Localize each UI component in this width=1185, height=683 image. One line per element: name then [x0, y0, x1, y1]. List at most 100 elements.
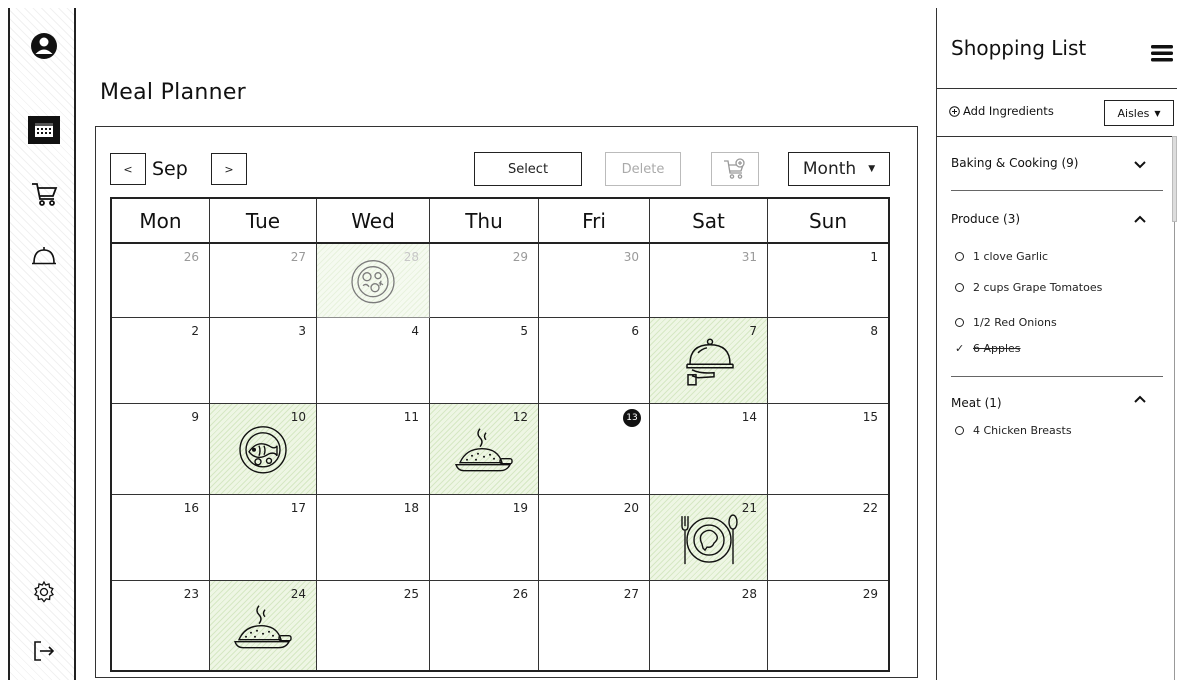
delete-button[interactable]: Delete [605, 152, 681, 186]
calendar-day-cell[interactable]: 22 [768, 495, 888, 581]
calendar-day-cell[interactable]: 11 [317, 404, 430, 495]
day-number: 25 [403, 587, 419, 601]
calendar-day-cell[interactable]: 20 [539, 495, 650, 581]
calendar-day-cell[interactable]: 21 [650, 495, 768, 581]
day-number: 31 [741, 250, 757, 264]
calendar-day-cell[interactable]: 10 [210, 404, 317, 495]
calendar-day-cell[interactable]: 28 [317, 244, 430, 318]
add-ingredients-button[interactable]: Add Ingredients [949, 104, 1054, 118]
calendar-day-cell[interactable]: 29 [430, 244, 539, 318]
planned-meal[interactable] [231, 601, 295, 655]
planned-meal[interactable] [680, 335, 738, 391]
calendar-day-cell[interactable]: 17 [210, 495, 317, 581]
calendar-day-cell[interactable]: 7 [650, 318, 768, 404]
calendar-day-cell[interactable]: 4 [317, 318, 430, 404]
list-item[interactable]: ✓ 6 Apples [955, 342, 1021, 355]
calendar-day-cell[interactable]: 29 [768, 581, 888, 670]
calendar-day-cell[interactable]: 28 [650, 581, 768, 670]
planned-meal[interactable] [237, 424, 289, 480]
calendar-day-cell[interactable]: 18 [317, 495, 430, 581]
checkbox[interactable] [955, 252, 964, 261]
logout-icon[interactable] [26, 633, 62, 669]
add-ingredients-label: Add Ingredients [963, 104, 1054, 118]
list-item[interactable]: 1/2 Red Onions [955, 316, 1057, 329]
user-circle-icon[interactable] [26, 28, 62, 64]
planned-meal[interactable] [452, 425, 516, 479]
day-header: Thu [430, 199, 539, 244]
day-number: 20 [623, 501, 639, 515]
prev-month-button[interactable]: < [110, 153, 146, 185]
calendar-day-cell[interactable]: 16 [112, 495, 210, 581]
day-number: 27 [623, 587, 639, 601]
calendar-day-cell[interactable]: 14 [650, 404, 768, 495]
checkbox[interactable] [955, 318, 964, 327]
checkbox[interactable] [955, 426, 964, 435]
calendar-day-cell[interactable]: 24 [210, 581, 317, 670]
plus-circle-icon [949, 105, 960, 117]
calendar-day-cell[interactable]: 27 [210, 244, 317, 318]
rice-dish-icon [455, 428, 513, 472]
calendar-day-cell[interactable]: 25 [317, 581, 430, 670]
calendar-day-cell[interactable]: 5 [430, 318, 539, 404]
day-number: 1 [870, 250, 878, 264]
calendar-day-cell[interactable]: 12 [430, 404, 539, 495]
shopping-cart-icon[interactable] [26, 176, 62, 212]
sort-dropdown-label: Aisles [1117, 106, 1150, 120]
planned-meal[interactable] [348, 256, 398, 310]
sort-dropdown[interactable]: Aisles ▼ [1104, 100, 1174, 126]
day-number: 16 [183, 501, 199, 515]
calendar-day-cell[interactable]: 1 [768, 244, 888, 318]
chevron-up-icon[interactable] [1133, 214, 1147, 224]
cloche-meal-icon [685, 338, 734, 386]
divider [937, 136, 1177, 138]
list-item[interactable]: 2 cups Grape Tomatoes [955, 281, 1102, 294]
calendar-day-cell[interactable]: 27 [539, 581, 650, 670]
day-number: 15 [862, 410, 878, 424]
day-number: 4 [411, 324, 419, 338]
section-header-baking[interactable]: Baking & Cooking (9) [951, 156, 1078, 170]
day-number: 7 [749, 324, 757, 338]
day-number: 28 [403, 250, 419, 264]
day-number: 28 [741, 587, 757, 601]
chevron-down-icon[interactable] [1133, 160, 1147, 170]
calendar-day-cell[interactable]: 6 [539, 318, 650, 404]
list-item[interactable]: 1 clove Garlic [955, 250, 1048, 263]
calendar-day-cell[interactable]: 26 [112, 244, 210, 318]
day-number: 8 [870, 324, 878, 338]
calendar-day-cell[interactable]: 30 [539, 244, 650, 318]
calendar-day-cell[interactable]: 19 [430, 495, 539, 581]
hamburger-menu-icon[interactable] [1151, 44, 1173, 62]
calendar-day-cell[interactable]: 26 [430, 581, 539, 670]
section-header-meat[interactable]: Meat (1) [951, 396, 1002, 410]
day-number: 19 [512, 501, 528, 515]
checkmark-icon[interactable]: ✓ [955, 342, 964, 355]
scrollbar-thumb[interactable] [1172, 136, 1177, 222]
calendar-icon[interactable] [26, 112, 62, 148]
next-month-button[interactable]: > [211, 153, 247, 185]
day-number: 10 [290, 410, 306, 424]
planned-meal[interactable] [676, 510, 742, 572]
list-item[interactable]: 4 Chicken Breasts [955, 424, 1072, 437]
select-button[interactable]: Select [474, 152, 582, 186]
day-number: 23 [183, 587, 199, 601]
calendar-day-cell[interactable]: 23 [112, 581, 210, 670]
calendar-day-cell[interactable]: 31 [650, 244, 768, 318]
calendar-day-cell[interactable]: 9 [112, 404, 210, 495]
checkbox[interactable] [955, 283, 964, 292]
day-number: 26 [512, 587, 528, 601]
day-number: 17 [290, 501, 306, 515]
cloche-icon[interactable] [26, 238, 62, 274]
calendar-day-cell[interactable]: 13 [539, 404, 650, 495]
calendar-day-cell[interactable]: 15 [768, 404, 888, 495]
day-number: 29 [512, 250, 528, 264]
day-number: 3 [298, 324, 306, 338]
calendar-day-cell[interactable]: 2 [112, 318, 210, 404]
add-to-cart-button[interactable] [711, 152, 759, 186]
divider [951, 376, 1163, 378]
calendar-day-cell[interactable]: 3 [210, 318, 317, 404]
calendar-day-cell[interactable]: 8 [768, 318, 888, 404]
chevron-up-icon[interactable] [1133, 394, 1147, 404]
section-header-produce[interactable]: Produce (3) [951, 212, 1020, 226]
gear-icon[interactable] [26, 574, 62, 610]
view-dropdown[interactable]: Month ▼ [788, 152, 890, 186]
